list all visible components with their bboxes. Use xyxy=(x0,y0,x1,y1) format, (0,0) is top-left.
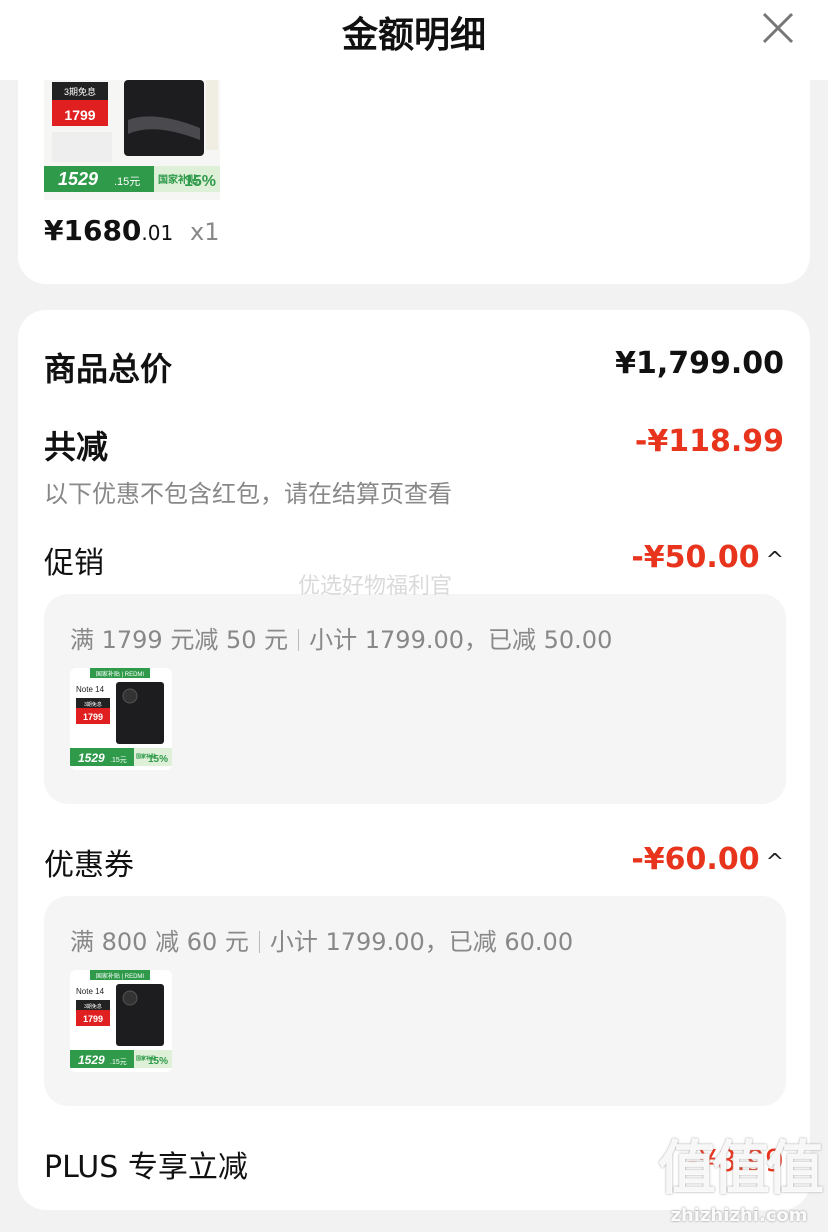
header-bar: 金额明细 xyxy=(0,0,828,80)
site-logo: 值值值 xyxy=(657,1134,824,1202)
promo-label: 促销 xyxy=(44,546,104,581)
svg-text:15%: 15% xyxy=(148,1056,168,1067)
discount-total-value: -¥118.99 xyxy=(634,424,784,459)
svg-text:.15元: .15元 xyxy=(114,176,140,188)
coupon-label: 优惠券 xyxy=(44,848,134,883)
total-price-label: 商品总价 xyxy=(44,350,173,388)
svg-text:1799: 1799 xyxy=(83,1014,103,1024)
svg-text:1529: 1529 xyxy=(58,169,98,189)
svg-text:3期免息: 3期免息 xyxy=(64,86,96,97)
product-image: 国家补贴 | REDMI Note 14 3期免息 1799 1529 .15元… xyxy=(70,970,172,1068)
svg-text:15%: 15% xyxy=(184,173,216,190)
svg-text:.15元: .15元 xyxy=(110,756,127,764)
svg-text:1799: 1799 xyxy=(64,107,95,123)
promo-value: -¥50.00 xyxy=(631,540,760,575)
svg-text:Note 14: Note 14 xyxy=(76,987,105,996)
svg-text:1529: 1529 xyxy=(78,1053,105,1067)
promo-toggle[interactable]: -¥50.00 ^ xyxy=(631,540,784,575)
chevron-up-icon: ^ xyxy=(765,850,784,875)
svg-text:国家补贴 | REDMI: 国家补贴 | REDMI xyxy=(96,670,145,678)
promo-product-thumbnail[interactable]: 国家补贴 | REDMI Note 14 3期免息 1799 1529 .15元… xyxy=(70,668,172,770)
coupon-toggle[interactable]: -¥60.00 ^ xyxy=(631,842,784,877)
site-watermark: 值值值 zhizhizhi.com xyxy=(657,1121,824,1226)
product-image: 3期免息 1799 1529 .15元 国家补贴 15% xyxy=(44,80,220,192)
coupon-description: 满 800 减 60 元小计 1799.00，已减 60.00 xyxy=(70,928,574,956)
product-thumbnail[interactable]: 3期免息 1799 1529 .15元 国家补贴 15% xyxy=(44,80,220,200)
svg-text:国家补贴 | REDMI: 国家补贴 | REDMI xyxy=(96,972,145,980)
coupon-product-thumbnail[interactable]: 国家补贴 | REDMI Note 14 3期免息 1799 1529 .15元… xyxy=(70,970,172,1072)
item-price: ¥1680.01 xyxy=(44,214,174,247)
close-icon xyxy=(762,12,794,44)
coupon-value: -¥60.00 xyxy=(631,842,760,877)
svg-text:1799: 1799 xyxy=(83,712,103,722)
promo-description: 满 1799 元减 50 元小计 1799.00，已减 50.00 xyxy=(70,626,613,654)
svg-text:3期免息: 3期免息 xyxy=(84,1003,102,1010)
page-title: 金额明细 xyxy=(341,15,486,56)
amount-detail-card: 商品总价 ¥1,799.00 共减 -¥118.99 以下优惠不包含红包，请在结… xyxy=(18,310,810,1210)
discount-note: 以下优惠不包含红包，请在结算页查看 xyxy=(44,480,452,508)
svg-text:3期免息: 3期免息 xyxy=(84,701,102,708)
close-button[interactable] xyxy=(758,8,798,48)
svg-text:15%: 15% xyxy=(148,754,168,765)
discount-total-label: 共减 xyxy=(44,428,109,466)
watermark-text: 优选好物福利官 xyxy=(298,574,453,599)
svg-text:1529: 1529 xyxy=(78,751,105,765)
svg-text:.15元: .15元 xyxy=(110,1058,127,1066)
site-url: zhizhizhi.com xyxy=(670,1205,808,1226)
plus-discount-label: PLUS 专享立减 xyxy=(44,1150,248,1185)
chevron-up-icon: ^ xyxy=(765,548,784,573)
coupon-detail-box: 满 800 减 60 元小计 1799.00，已减 60.00 国家补贴 | R… xyxy=(44,896,786,1106)
item-quantity: x1 xyxy=(190,218,220,246)
product-image: 国家补贴 | REDMI Note 14 3期免息 1799 1529 .15元… xyxy=(70,668,172,766)
product-card: 3期免息 1799 1529 .15元 国家补贴 15% ¥1680.01 x1 xyxy=(18,80,810,284)
svg-text:Note 14: Note 14 xyxy=(76,685,105,694)
total-price-value: ¥1,799.00 xyxy=(615,346,784,381)
promo-detail-box: 满 1799 元减 50 元小计 1799.00，已减 50.00 国家补贴 |… xyxy=(44,594,786,804)
